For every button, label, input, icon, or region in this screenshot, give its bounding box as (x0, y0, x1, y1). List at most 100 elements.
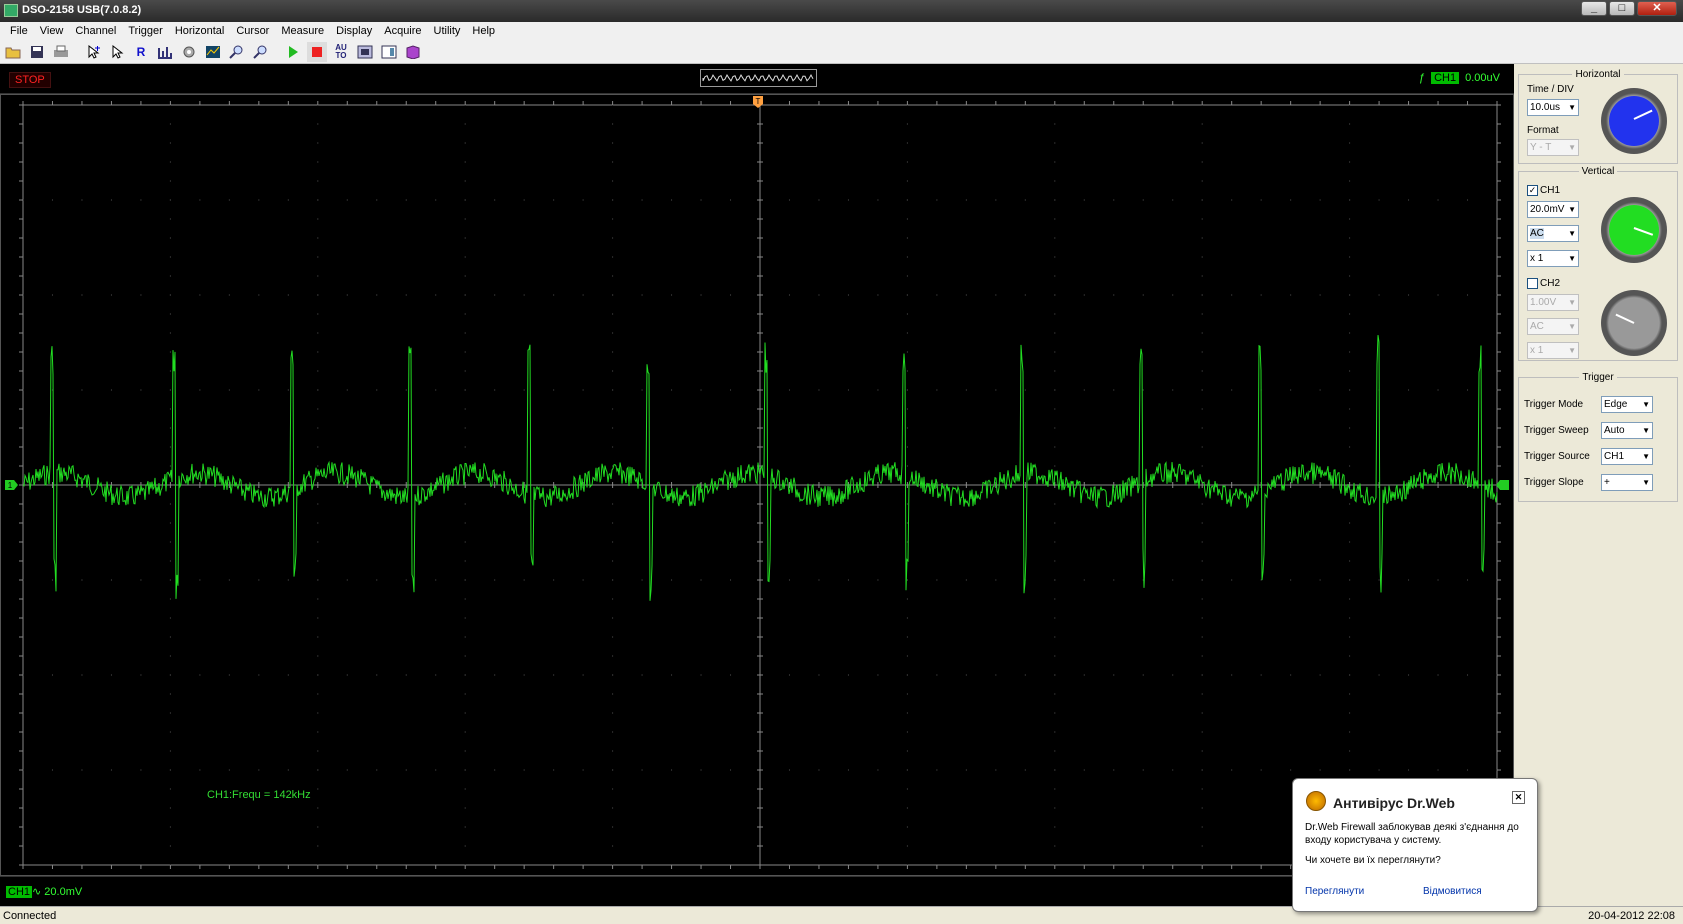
grid-dot (1054, 294, 1056, 296)
grid-dot (1290, 389, 1292, 391)
trigger-source-select[interactable]: CH1 ▼ (1601, 448, 1653, 465)
ch2-volts-knob[interactable] (1601, 290, 1667, 356)
grid-dot (1201, 598, 1203, 600)
waveform-plot[interactable]: T 1 CH1:Frequ = 142kHz (1, 95, 1513, 875)
grid-dot (1113, 389, 1115, 391)
grid-dot (376, 579, 378, 581)
grid-dot (199, 294, 201, 296)
menu-view[interactable]: View (34, 25, 70, 37)
grid-dot (612, 332, 614, 334)
auto-icon[interactable]: AU TO (331, 42, 351, 62)
trigger-slope-select[interactable]: + ▼ (1601, 474, 1653, 491)
ch2-checkbox[interactable] (1527, 278, 1538, 289)
grid-dot (317, 503, 319, 505)
time-div-knob[interactable] (1601, 88, 1667, 154)
grid-dot (1054, 389, 1056, 391)
fft-icon[interactable] (155, 42, 175, 62)
menu-utility[interactable]: Utility (428, 25, 467, 37)
decline-link[interactable]: Відмовитися (1423, 886, 1482, 897)
ch1-volts-select[interactable]: 20.0mV ▼ (1527, 201, 1579, 218)
save-icon[interactable] (27, 42, 47, 62)
help-book-icon[interactable] (403, 42, 423, 62)
grid-dot (405, 674, 407, 676)
ch1-volts-knob[interactable] (1601, 197, 1667, 263)
ch1-probe-select[interactable]: x 1 ▼ (1527, 250, 1579, 267)
grid-dot (1349, 598, 1351, 600)
grid-dot (1054, 826, 1056, 828)
zoom-out-icon[interactable] (251, 42, 271, 62)
grid-dot (317, 598, 319, 600)
r-icon[interactable]: R (131, 42, 151, 62)
ch1-checkbox[interactable]: ✓ (1527, 185, 1538, 196)
window-icon[interactable] (379, 42, 399, 62)
grid-dot (906, 313, 908, 315)
notification-close-button[interactable]: ✕ (1512, 791, 1525, 804)
grid-dot (317, 218, 319, 220)
menu-help[interactable]: Help (466, 25, 501, 37)
trigger-sweep-select[interactable]: Auto ▼ (1601, 422, 1653, 439)
grid-dot (169, 750, 171, 752)
menu-display[interactable]: Display (330, 25, 378, 37)
grid-dot (464, 712, 466, 714)
grid-dot (1113, 199, 1115, 201)
menu-cursor[interactable]: Cursor (230, 25, 275, 37)
grid-dot (906, 370, 908, 372)
ch1-scale-readout[interactable]: CH1 ∿ 20.0mV (6, 885, 82, 898)
minimize-button[interactable]: _ (1581, 1, 1607, 16)
run-state-indicator[interactable]: STOP (9, 72, 51, 88)
open-icon[interactable] (3, 42, 23, 62)
run-icon[interactable] (283, 42, 303, 62)
chevron-down-icon: ▼ (1568, 254, 1576, 263)
settings-icon[interactable] (179, 42, 199, 62)
menu-file[interactable]: File (4, 25, 34, 37)
grid-dot (612, 370, 614, 372)
close-button[interactable]: ✕ (1637, 1, 1677, 16)
ch2-volts-select[interactable]: 1.00V ▼ (1527, 294, 1579, 311)
grid-dot (317, 731, 319, 733)
grid-dot (169, 636, 171, 638)
menu-channel[interactable]: Channel (69, 25, 122, 37)
scope-display: STOP ƒ CH1 0.00uV T 1 CH1:Frequ = 142kHz… (0, 64, 1514, 906)
zoom-in-icon[interactable] (227, 42, 247, 62)
display-icon[interactable] (203, 42, 223, 62)
grid-dot (788, 769, 790, 771)
menu-measure[interactable]: Measure (275, 25, 330, 37)
grid-dot (1172, 294, 1174, 296)
cursor-cross-icon[interactable] (83, 42, 103, 62)
time-div-select[interactable]: 10.0us ▼ (1527, 99, 1579, 116)
format-select[interactable]: Y - T ▼ (1527, 139, 1579, 156)
grid-dot (1201, 522, 1203, 524)
grid-dot (1349, 275, 1351, 277)
waveform-overview[interactable] (700, 69, 817, 87)
maximize-button[interactable]: □ (1609, 1, 1635, 16)
grid-dot (464, 674, 466, 676)
grid-dot (553, 579, 555, 581)
grid-dot (1467, 389, 1469, 391)
ch2-coupling-select[interactable]: AC ▼ (1527, 318, 1579, 335)
grid-dot (1231, 199, 1233, 201)
ch1-coupling-select[interactable]: AC ▼ (1527, 225, 1579, 242)
grid-dot (1201, 142, 1203, 144)
grid-dot (376, 389, 378, 391)
ch2-probe-select[interactable]: x 1 ▼ (1527, 342, 1579, 359)
capture-icon[interactable] (355, 42, 375, 62)
trigger-mode-select[interactable]: Edge ▼ (1601, 396, 1653, 413)
print-icon[interactable] (51, 42, 71, 62)
stop-icon[interactable] (307, 41, 327, 62)
grid-dot (169, 731, 171, 733)
grid-dot (464, 655, 466, 657)
grid-dot (1349, 617, 1351, 619)
menu-acquire[interactable]: Acquire (378, 25, 427, 37)
plot-area[interactable]: T 1 CH1:Frequ = 142kHz (0, 94, 1514, 876)
grid-dot (140, 769, 142, 771)
pointer-icon[interactable] (107, 42, 127, 62)
grid-dot (1172, 579, 1174, 581)
grid-dot (1378, 579, 1380, 581)
grid-dot (287, 389, 289, 391)
grid-dot (906, 408, 908, 410)
grid-dot (523, 294, 525, 296)
menu-horizontal[interactable]: Horizontal (169, 25, 231, 37)
view-link[interactable]: Переглянути (1305, 886, 1364, 897)
grid-dot (405, 294, 407, 296)
menu-trigger[interactable]: Trigger (122, 25, 168, 37)
